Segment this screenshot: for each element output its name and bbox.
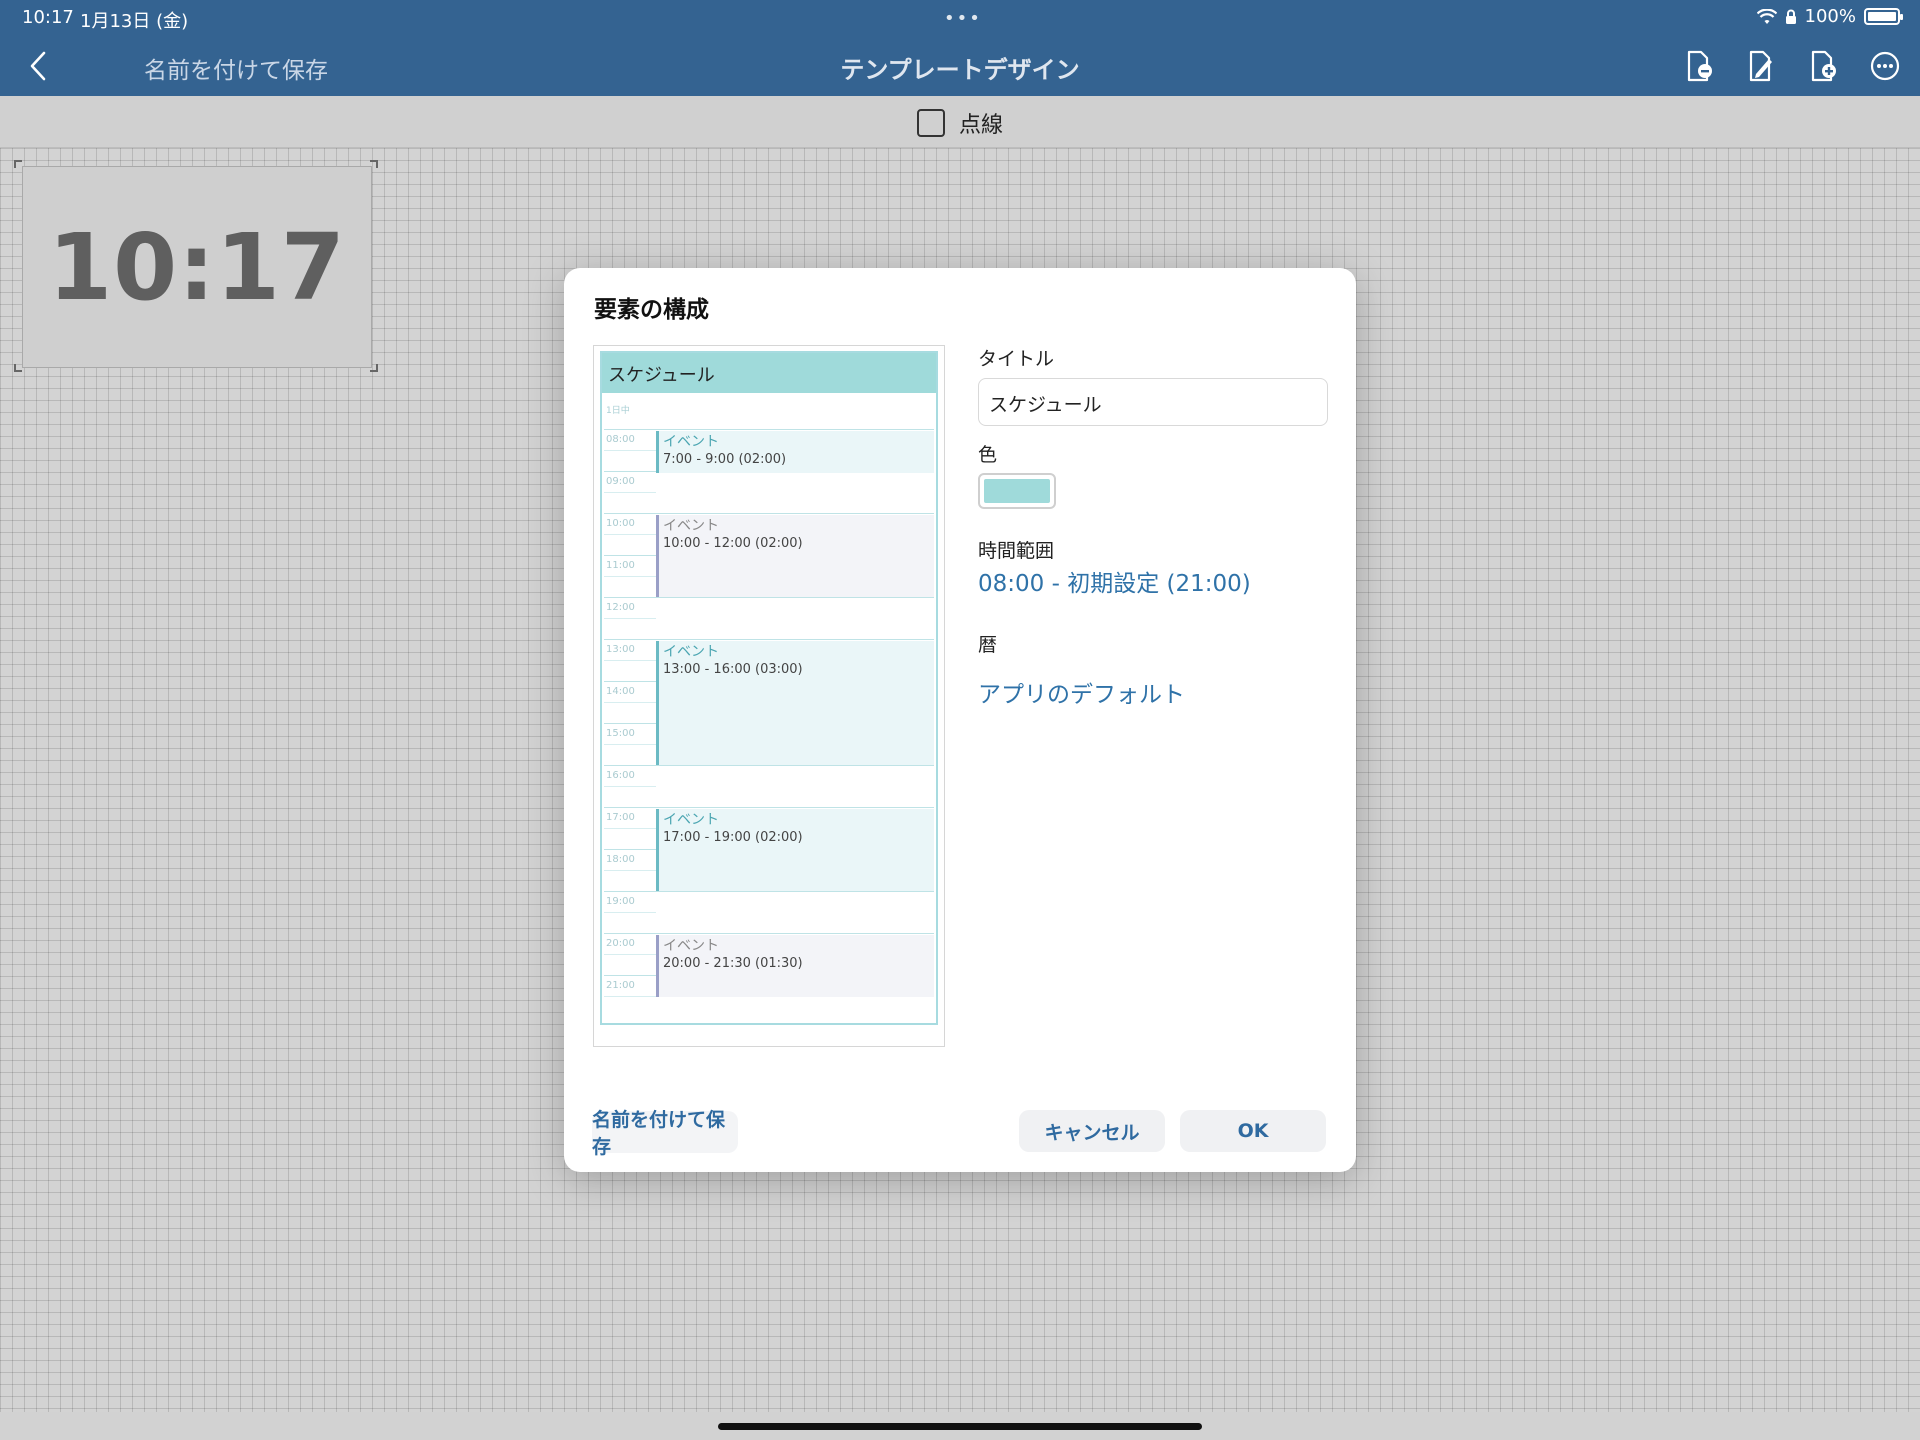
dialog-title: 要素の構成 — [594, 297, 709, 323]
preview-hour-line — [604, 807, 934, 808]
home-indicator[interactable] — [718, 1423, 1202, 1430]
calendar-value[interactable]: アプリのデフォルト — [978, 675, 1185, 709]
preview-half-hour-line — [604, 786, 656, 787]
clock-element[interactable]: 10:17 — [22, 166, 372, 368]
preview-hour-label: 14:00 — [606, 686, 635, 697]
preview-event-time: 17:00 - 19:00 (02:00) — [663, 830, 803, 845]
preview-hour-label: 11:00 — [606, 560, 635, 571]
page-edit-icon — [1749, 50, 1772, 82]
preview-hour-label: 13:00 — [606, 644, 635, 655]
preview-hour-line — [604, 597, 934, 598]
preview-hour-label: 18:00 — [606, 854, 635, 865]
preview-half-hour-line — [604, 618, 656, 619]
element-config-dialog: 要素の構成 スケジュール 1日中 08:00 09:00 10:00 11:00 12:… — [564, 268, 1356, 1172]
status-date: 1月13日 (金) — [80, 11, 189, 32]
preview-hour-label: 21:00 — [606, 980, 635, 991]
preview-event-time: 7:00 - 9:00 (02:00) — [663, 452, 787, 467]
dialog-save-as-button[interactable]: 名前を付けて保存 — [592, 1109, 738, 1158]
battery-icon — [1864, 8, 1903, 25]
more-icon — [1870, 51, 1900, 81]
preview-event-title: イベント — [663, 812, 719, 828]
color-swatch — [984, 479, 1050, 503]
preview-half-hour-line — [604, 450, 656, 451]
preview-hour-line — [604, 765, 934, 766]
preview-half-hour-line — [604, 870, 656, 871]
preview-event-title: イベント — [663, 518, 719, 534]
page-minus-icon — [1687, 50, 1712, 82]
battery-percent: 100% — [1804, 6, 1856, 27]
preview-event: イベント 7:00 - 9:00 (02:00) — [656, 431, 934, 473]
preview-event-title: イベント — [663, 644, 719, 660]
preview-event: イベント 17:00 - 19:00 (02:00) — [656, 809, 934, 891]
more-button[interactable] — [1864, 45, 1906, 87]
preview-event-title: イベント — [663, 434, 719, 450]
preview-half-hour-line — [604, 660, 656, 661]
preview-half-hour-line — [604, 492, 656, 493]
schedule-preview-frame: スケジュール 1日中 08:00 09:00 10:00 11:00 12:00 13:0… — [593, 345, 945, 1047]
ok-button[interactable]: OK — [1180, 1110, 1326, 1152]
remove-page-button[interactable] — [1678, 45, 1720, 87]
preview-event-time: 13:00 - 16:00 (03:00) — [663, 662, 803, 677]
preview-hour-line — [604, 933, 934, 934]
preview-half-hour-line — [604, 954, 656, 955]
preview-allday-label: 1日中 — [606, 406, 630, 416]
nav-save-as-button[interactable]: 名前を付けて保存 — [144, 51, 328, 85]
title-input[interactable]: スケジュール — [978, 378, 1328, 426]
wifi-icon — [1756, 8, 1777, 24]
bottom-area — [0, 1412, 1920, 1440]
schedule-preview: スケジュール 1日中 08:00 09:00 10:00 11:00 12:00 13:0… — [600, 351, 938, 1025]
preview-half-hour-line — [604, 912, 656, 913]
color-label: 色 — [978, 444, 998, 466]
lock-rotation-icon — [1785, 9, 1796, 24]
nav-bar: 名前を付けて保存 テンプレートデザイン — [0, 36, 1920, 96]
clock-text: 10:17 — [48, 213, 346, 321]
multitasking-dots-icon[interactable]: ••• — [944, 8, 982, 29]
preview-header: スケジュール — [602, 353, 936, 393]
calendar-label: 暦 — [978, 634, 998, 656]
preview-hour-line — [604, 513, 934, 514]
editor-toolbar: 点線 — [0, 96, 1920, 148]
preview-event: イベント 20:00 - 21:30 (01:30) — [656, 935, 934, 997]
back-button[interactable] — [18, 46, 58, 86]
status-time: 10:17 — [22, 7, 74, 28]
preview-hour-label: 16:00 — [606, 770, 635, 781]
time-range-value[interactable]: 08:00 - 初期設定 (21:00) — [978, 564, 1251, 598]
preview-event: イベント 13:00 - 16:00 (03:00) — [656, 641, 934, 765]
color-swatch-button[interactable] — [978, 473, 1056, 509]
preview-event: イベント 10:00 - 12:00 (02:00) — [656, 515, 934, 597]
status-indicators: 100% — [1756, 6, 1903, 27]
status-bar: 10:17 1月13日 (金) ••• 100% — [0, 0, 1920, 36]
preview-hour-label: 20:00 — [606, 938, 635, 949]
preview-half-hour-line — [604, 534, 656, 535]
preview-event-time: 20:00 - 21:30 (01:30) — [663, 956, 803, 971]
preview-hour-line — [604, 429, 934, 430]
edit-page-button[interactable] — [1740, 45, 1782, 87]
chevron-left-icon — [30, 51, 46, 81]
dashed-line-label: 点線 — [959, 113, 1004, 138]
preview-half-hour-line — [604, 996, 656, 997]
preview-hour-label: 19:00 — [606, 896, 635, 907]
preview-hour-line — [604, 891, 934, 892]
dashed-line-toggle[interactable]: 点線 — [917, 107, 1003, 139]
preview-hour-label: 08:00 — [606, 434, 635, 445]
preview-event-time: 10:00 - 12:00 (02:00) — [663, 536, 803, 551]
preview-hour-label: 15:00 — [606, 728, 635, 739]
preview-hour-label: 12:00 — [606, 602, 635, 613]
nav-toolbar — [1678, 45, 1906, 87]
page-add-icon — [1811, 50, 1836, 82]
title-label: タイトル — [978, 348, 1055, 370]
cancel-button[interactable]: キャンセル — [1019, 1110, 1165, 1152]
preview-event-title: イベント — [663, 938, 719, 954]
dashed-line-checkbox[interactable] — [917, 109, 945, 137]
preview-half-hour-line — [604, 576, 656, 577]
time-range-label: 時間範囲 — [978, 540, 1055, 562]
preview-half-hour-line — [604, 702, 656, 703]
preview-hour-line — [604, 639, 934, 640]
preview-half-hour-line — [604, 744, 656, 745]
add-page-button[interactable] — [1802, 45, 1844, 87]
preview-half-hour-line — [604, 828, 656, 829]
preview-hour-label: 10:00 — [606, 518, 635, 529]
preview-hour-label: 17:00 — [606, 812, 635, 823]
preview-hour-label: 09:00 — [606, 476, 635, 487]
